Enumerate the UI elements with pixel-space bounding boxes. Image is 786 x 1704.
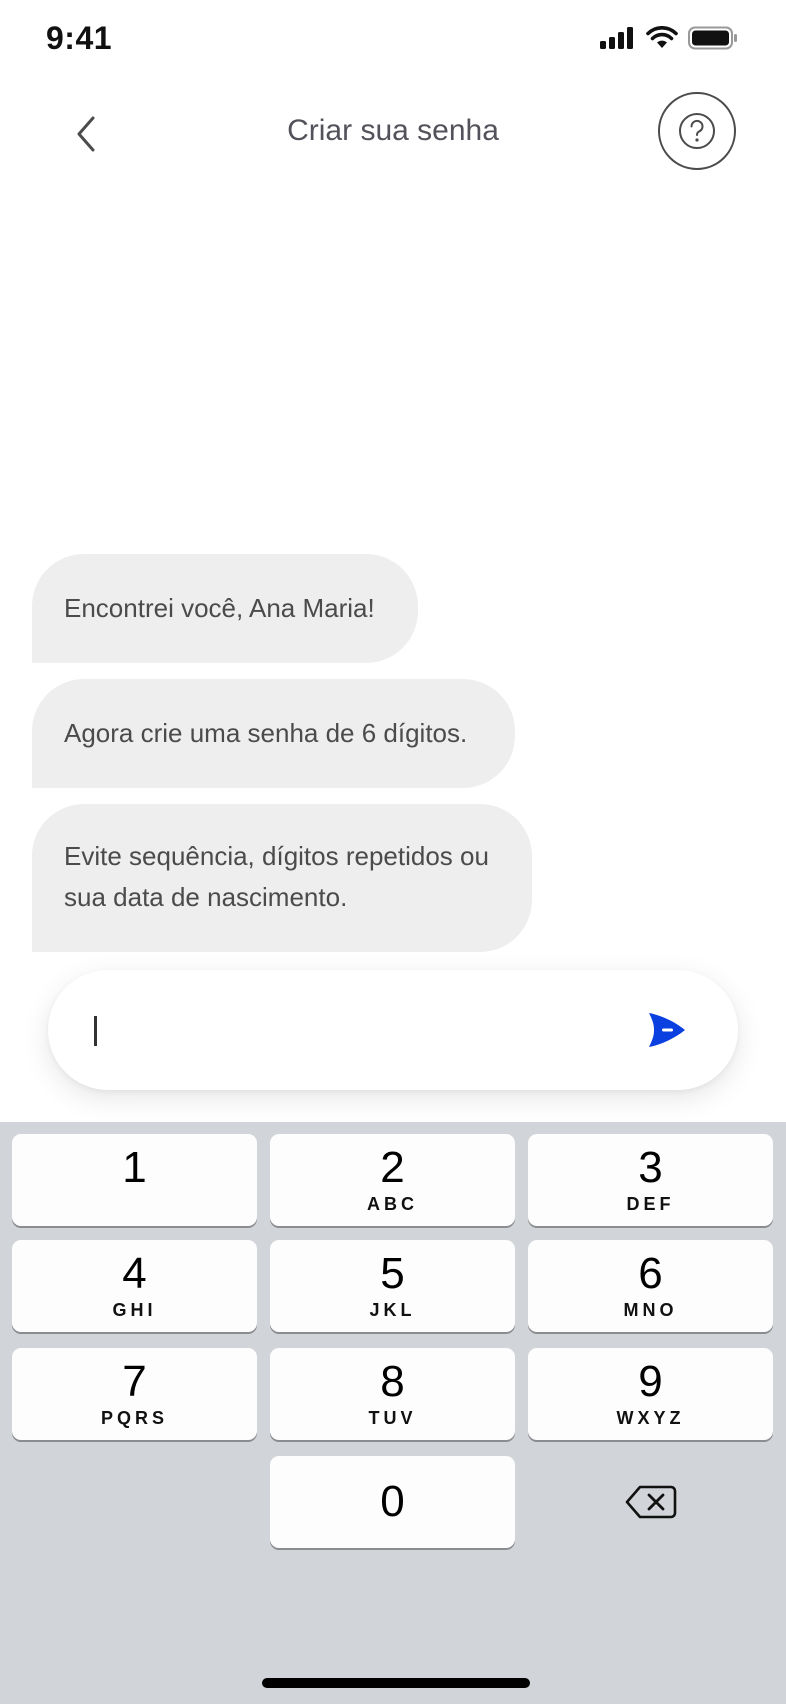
text-cursor — [94, 1016, 97, 1046]
backspace-icon — [625, 1485, 676, 1519]
key-letters: DEF — [626, 1194, 675, 1214]
key-3[interactable]: 3 DEF — [528, 1134, 773, 1226]
wifi-icon — [646, 26, 678, 48]
key-letters: TUV — [368, 1408, 417, 1428]
key-9[interactable]: 9 WXYZ — [528, 1348, 773, 1440]
key-letters: PQRS — [100, 1408, 168, 1428]
key-8[interactable]: 8 TUV — [270, 1348, 515, 1440]
header: Criar sua senha — [0, 80, 786, 190]
key-digit: 2 — [380, 1143, 405, 1192]
status-time: 9:41 — [46, 20, 113, 56]
battery-icon — [688, 26, 737, 50]
key-4[interactable]: 4 GHI — [12, 1240, 257, 1332]
key-digit: 3 — [638, 1143, 663, 1192]
numeric-keyboard: 1 2 ABC 3 DEF 4 GHI 5 JKL 6 MNO 7 PQRS 8… — [0, 1122, 786, 1704]
key-6[interactable]: 6 MNO — [528, 1240, 773, 1332]
home-indicator — [262, 1678, 530, 1688]
chat-message: Encontrei você, Ana Maria! — [32, 554, 418, 663]
key-digit: 6 — [638, 1249, 663, 1298]
status-icons — [600, 26, 738, 50]
help-button[interactable] — [658, 92, 736, 170]
key-digit: 1 — [122, 1143, 147, 1192]
chat-thread: Encontrei você, Ana Maria! Agora crie um… — [32, 554, 752, 968]
key-letters: JKL — [369, 1300, 416, 1320]
key-0[interactable]: 0 — [270, 1456, 515, 1548]
key-letters: MNO — [623, 1300, 678, 1320]
key-digit: 8 — [380, 1357, 405, 1406]
key-digit: 5 — [380, 1249, 405, 1298]
key-2[interactable]: 2 ABC — [270, 1134, 515, 1226]
key-7[interactable]: 7 PQRS — [12, 1348, 257, 1440]
password-input[interactable] — [94, 1000, 618, 1062]
key-digit: 7 — [122, 1357, 147, 1406]
key-letters: ABC — [367, 1194, 418, 1214]
password-input-bar — [48, 970, 738, 1090]
key-1[interactable]: 1 — [12, 1134, 257, 1226]
backspace-key[interactable] — [528, 1456, 773, 1548]
chat-message: Evite sequência, dígitos repetidos ou su… — [32, 804, 532, 952]
key-letters: GHI — [112, 1300, 157, 1320]
key-digit: 0 — [380, 1477, 405, 1526]
key-digit: 9 — [638, 1357, 663, 1406]
chat-message: Agora crie uma senha de 6 dígitos. — [32, 679, 515, 788]
key-digit: 4 — [122, 1249, 147, 1298]
key-letters: WXYZ — [616, 1408, 685, 1428]
key-5[interactable]: 5 JKL — [270, 1240, 515, 1332]
question-icon — [679, 113, 715, 149]
send-icon — [649, 1013, 685, 1047]
send-button[interactable] — [642, 1008, 692, 1052]
status-bar: 9:41 — [0, 0, 786, 80]
signal-icon — [600, 27, 633, 49]
